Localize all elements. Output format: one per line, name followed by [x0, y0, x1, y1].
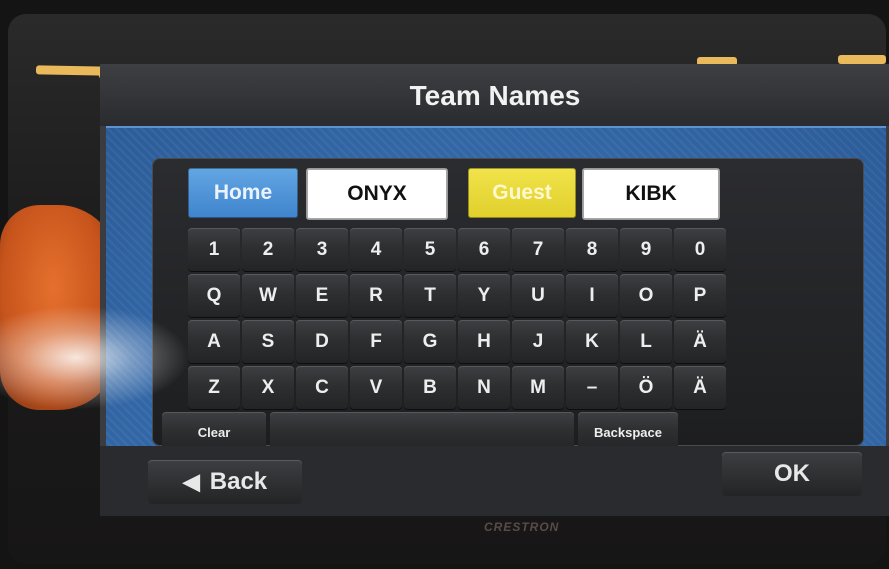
key-t[interactable]: T — [404, 274, 456, 317]
key-l[interactable]: L — [620, 320, 672, 363]
key-4[interactable]: 4 — [350, 228, 402, 271]
key-e[interactable]: E — [296, 274, 348, 317]
key-q[interactable]: Q — [188, 274, 240, 317]
key-1[interactable]: 1 — [188, 228, 240, 271]
key-i[interactable]: I — [566, 274, 618, 317]
back-button-label: Back — [209, 468, 268, 495]
key-r[interactable]: R — [350, 274, 402, 317]
key-d[interactable]: D — [296, 320, 348, 363]
page-title: Team Names — [409, 80, 581, 111]
tape-strip — [838, 55, 886, 64]
back-arrow-icon: ◀ — [182, 469, 200, 494]
key-7[interactable]: 7 — [512, 228, 564, 271]
key-b[interactable]: B — [404, 366, 456, 409]
home-team-name-field[interactable]: ONYX — [306, 168, 448, 220]
brand-logo: CRESTRON — [484, 520, 560, 534]
key-v[interactable]: V — [350, 366, 402, 409]
key-8[interactable]: 8 — [566, 228, 618, 271]
key-s[interactable]: S — [242, 320, 294, 363]
key-w[interactable]: W — [242, 274, 294, 317]
keyboard: Home ONYX Guest KIBK 1 2 3 4 5 6 7 8 9 0… — [152, 158, 864, 452]
key-j[interactable]: J — [512, 320, 564, 363]
key-k[interactable]: K — [566, 320, 618, 363]
key-g[interactable]: G — [404, 320, 456, 363]
key-c[interactable]: C — [296, 366, 348, 409]
ok-button[interactable]: OK — [722, 452, 862, 496]
key-2[interactable]: 2 — [242, 228, 294, 271]
key-o[interactable]: O — [620, 274, 672, 317]
key-n[interactable]: N — [458, 366, 510, 409]
key-a-umlaut[interactable]: Ä — [674, 320, 726, 363]
back-button[interactable]: ◀ Back — [148, 460, 302, 504]
key-f[interactable]: F — [350, 320, 402, 363]
keyboard-row-4: Z X C V B N M – Ö Ä — [188, 366, 788, 409]
guest-team-name-field[interactable]: KIBK — [582, 168, 720, 220]
keyboard-row-numbers: 1 2 3 4 5 6 7 8 9 0 — [188, 228, 788, 271]
key-y[interactable]: Y — [458, 274, 510, 317]
key-h[interactable]: H — [458, 320, 510, 363]
key-a[interactable]: A — [188, 320, 240, 363]
key-9[interactable]: 9 — [620, 228, 672, 271]
key-p[interactable]: P — [674, 274, 726, 317]
key-u[interactable]: U — [512, 274, 564, 317]
key-x[interactable]: X — [242, 366, 294, 409]
keyboard-row-3: A S D F G H J K L Ä — [188, 320, 788, 363]
key-0[interactable]: 0 — [674, 228, 726, 271]
key-dash[interactable]: – — [566, 366, 618, 409]
guest-team-button[interactable]: Guest — [468, 168, 576, 218]
key-m[interactable]: M — [512, 366, 564, 409]
key-a-umlaut-2[interactable]: Ä — [674, 366, 726, 409]
keyboard-row-2: Q W E R T Y U I O P — [188, 274, 788, 317]
title-bar: Team Names — [100, 64, 889, 126]
key-o-umlaut[interactable]: Ö — [620, 366, 672, 409]
key-3[interactable]: 3 — [296, 228, 348, 271]
home-team-button[interactable]: Home — [188, 168, 298, 218]
touch-screen: Team Names Home ONYX Guest KIBK 1 2 3 4 … — [100, 64, 889, 516]
key-6[interactable]: 6 — [458, 228, 510, 271]
key-z[interactable]: Z — [188, 366, 240, 409]
key-5[interactable]: 5 — [404, 228, 456, 271]
